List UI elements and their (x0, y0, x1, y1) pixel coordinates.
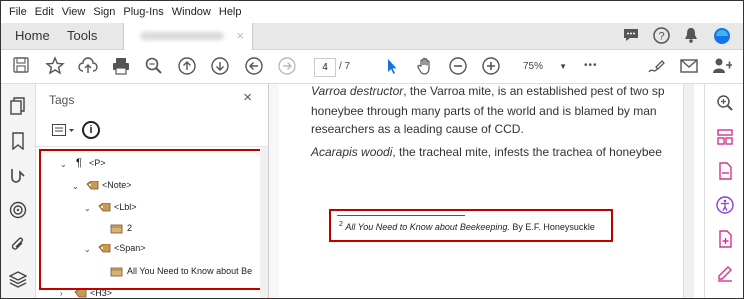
next-page-icon[interactable] (210, 56, 230, 76)
menu-help[interactable]: Help (219, 6, 242, 18)
menu-edit[interactable]: Edit (35, 6, 54, 18)
body-text: , the tracheal mite, infests the trachea… (392, 145, 662, 159)
save-icon[interactable] (12, 56, 32, 76)
divider (36, 146, 268, 147)
info-icon[interactable]: i (82, 121, 100, 139)
menu-file[interactable]: File (9, 6, 27, 18)
order-icon[interactable] (9, 166, 27, 184)
hand-tool-icon[interactable] (415, 56, 435, 76)
options-menu-icon[interactable] (52, 124, 76, 136)
zoom-level-value: 75% (523, 61, 544, 72)
zoom-in-icon[interactable] (481, 56, 501, 76)
add-user-icon[interactable] (712, 56, 732, 76)
search-zoom-icon[interactable] (144, 56, 164, 76)
menu-bar: File Edit View Sign Plug-Ins Window Help (1, 1, 743, 23)
accessibility-icon[interactable] (716, 196, 734, 214)
upload-cloud-icon[interactable] (78, 56, 98, 76)
target-icon[interactable] (9, 201, 27, 219)
tab-bar: Home Tools × ? (1, 23, 743, 50)
previous-page-icon[interactable] (177, 56, 197, 76)
page-thumbnails-icon[interactable] (9, 97, 27, 115)
body-text-line: researchers as a leading cause of CCD. (311, 122, 524, 136)
menu-view[interactable]: View (62, 6, 86, 18)
email-icon[interactable] (679, 56, 699, 76)
document-tab-title (140, 32, 224, 40)
avatar[interactable] (713, 27, 731, 45)
comment-icon[interactable] (623, 27, 639, 43)
help-icon[interactable]: ? (653, 27, 670, 44)
body-text-line: honeybee through many parts of the world… (311, 104, 657, 118)
right-tools-rail (704, 84, 743, 298)
zoom-out-icon[interactable] (448, 56, 468, 76)
create-pdf-icon[interactable] (716, 230, 734, 248)
chevron-down-icon: ▼ (559, 62, 567, 71)
tag-icon (74, 289, 87, 298)
document-viewport: Varroa destructor, the Varroa mite, is a… (269, 84, 683, 298)
menu-plugins[interactable]: Plug-Ins (123, 6, 163, 18)
fill-sign-icon[interactable] (716, 264, 734, 282)
menu-window[interactable]: Window (172, 6, 211, 18)
layers-icon[interactable] (9, 270, 27, 288)
body-text: , the Varroa mite, is an established pes… (403, 84, 665, 98)
select-cursor-icon[interactable] (382, 56, 402, 76)
bookmark-star-icon[interactable] (45, 56, 65, 76)
main-toolbar: 4 / 7 75% ▼ ••• (1, 50, 743, 84)
svg-text:?: ? (658, 31, 664, 43)
species-name: Acarapis woodi (311, 145, 393, 159)
tab-home[interactable]: Home (15, 23, 50, 49)
species-name: Varroa destructor (311, 84, 404, 98)
tags-scrollbar[interactable] (260, 147, 268, 298)
tags-panel: Tags × i ⌄ ¶ <P> ⌄ <Note> ⌄ <Lbl> 2 ⌄ <S… (36, 84, 269, 298)
bookmarks-icon[interactable] (9, 132, 27, 150)
footnote-highlight (329, 209, 613, 242)
menu-sign[interactable]: Sign (93, 6, 115, 18)
next-view-icon (278, 57, 296, 75)
body-text-line: Varroa destructor, the Varroa mite, is a… (311, 84, 665, 98)
app-window: File Edit View Sign Plug-Ins Window Help… (0, 0, 744, 299)
tags-panel-title: Tags (49, 93, 75, 107)
tab-document[interactable]: × (123, 23, 253, 50)
notification-bell-icon[interactable] (684, 27, 698, 43)
page-number-input[interactable]: 4 (314, 58, 336, 77)
export-pdf-icon[interactable] (716, 162, 734, 180)
chevron-right-icon[interactable]: › (60, 289, 63, 298)
close-tab-icon[interactable]: × (236, 28, 244, 43)
sign-pen-icon[interactable] (646, 56, 666, 76)
body-text-line: Acarapis woodi, the tracheal mite, infes… (311, 145, 662, 159)
document-scrollbar[interactable] (683, 84, 694, 298)
print-icon[interactable] (111, 56, 131, 76)
document-page: Varroa destructor, the Varroa mite, is a… (279, 84, 683, 298)
more-tools-icon[interactable]: ••• (584, 60, 598, 71)
left-navigation-rail (1, 84, 36, 298)
page-total-label: / 7 (339, 61, 351, 72)
previous-view-icon[interactable] (244, 56, 264, 76)
organize-pages-icon[interactable] (716, 128, 734, 146)
attachments-icon[interactable] (9, 235, 27, 253)
close-icon[interactable]: × (243, 89, 252, 106)
tag-tree-highlight (39, 149, 264, 290)
zoom-tool-icon[interactable] (716, 94, 734, 112)
zoom-level-dropdown[interactable]: 75% ▼ (515, 58, 567, 75)
tab-tools[interactable]: Tools (67, 23, 97, 49)
